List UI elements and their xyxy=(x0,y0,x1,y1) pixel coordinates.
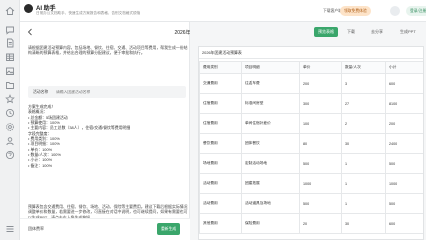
activity-name-input[interactable] xyxy=(56,87,182,97)
table-cell[interactable]: 500 xyxy=(385,193,423,214)
table-cell[interactable]: 定制活动场地 xyxy=(241,153,300,174)
tab-share[interactable]: 去分享 xyxy=(367,27,387,37)
spreadsheet: 2026年团建活动预算表 费用类别 项目明细 单价 数量/人次 小计 交通费用 … xyxy=(198,46,424,240)
table-cell[interactable]: 2400 xyxy=(385,133,423,154)
chat-footer: 团体费率 重新生成 xyxy=(20,218,190,240)
table-cell[interactable]: 500 xyxy=(299,193,342,214)
star-icon[interactable] xyxy=(5,94,15,104)
tab-generate-ppt[interactable]: 生成PPT xyxy=(396,27,420,37)
table-cell[interactable]: 80 xyxy=(299,133,342,154)
budget-table: 费用类别 项目明细 单价 数量/人次 小计 交通费用 往返车费 200 3 60… xyxy=(199,61,423,234)
table-cell[interactable]: 团建拓展 xyxy=(241,173,300,194)
table-cell[interactable]: 200 xyxy=(385,113,423,134)
table-cell[interactable]: 1 xyxy=(341,153,386,174)
table-cell[interactable]: 往返车费 xyxy=(241,73,300,94)
top-bar: AI 助手 日常办公文档助手，快速生成方案报告和表格，告别文档格式烦恼 下载客户… xyxy=(20,0,426,22)
request-text: 请根据团建活动预算内容，包括场地、餐饮、住宿、交通、活动项目等费用，帮我生成一份… xyxy=(28,45,188,56)
login-button[interactable]: 登录/注册 xyxy=(406,6,426,16)
tab-preview-table[interactable]: 预览表格 xyxy=(314,27,338,37)
column-header: 单价 xyxy=(299,61,342,74)
table-cell[interactable]: 30 xyxy=(341,133,386,154)
menu-icon[interactable] xyxy=(5,224,15,234)
clock-icon[interactable] xyxy=(5,108,15,118)
table-cell[interactable]: 住宿费用 xyxy=(199,93,242,114)
table-row: 场地费用 定制活动场地 500 1 500 xyxy=(199,153,423,174)
activity-name-label: 活动名称 xyxy=(33,90,49,94)
preview-panel: 预览表格 下载 去分享 生成PPT 2026年团建活动预算表 费用类别 项目明细… xyxy=(190,22,426,240)
table-row: 其他费用 保险费用 20 30 600 xyxy=(199,213,423,234)
table-cell[interactable]: 500 xyxy=(299,153,342,174)
table-cell[interactable]: 3 xyxy=(341,73,386,94)
image-icon[interactable] xyxy=(5,66,15,76)
back-arrow-icon[interactable] xyxy=(26,28,34,36)
help-icon[interactable] xyxy=(5,150,15,160)
table-cell[interactable]: 保险费用 xyxy=(241,213,300,234)
table-row: 住宿费用 标准间房型 300 27 8100 xyxy=(199,93,423,114)
sheet-title: 2026年团建活动预算表 xyxy=(199,47,423,59)
column-header: 项目明细 xyxy=(241,61,300,74)
result-summary: 方案生成完成！ 表格概况： • 总金额：5场团建活动 • 预算使用：100% •… xyxy=(28,104,190,168)
table-cell[interactable]: 27 xyxy=(341,93,386,114)
table-cell[interactable]: 600 xyxy=(385,73,423,94)
table-cell[interactable]: 20 xyxy=(299,213,342,234)
table-row: 活动费用 活动道具及场地 500 1 500 xyxy=(199,193,423,214)
table-cell[interactable]: 团体餐饮 xyxy=(241,133,300,154)
table-cell[interactable]: 活动费用 xyxy=(199,173,242,194)
document-icon[interactable] xyxy=(5,38,15,48)
table-cell[interactable]: 100 xyxy=(299,113,342,134)
sidebar xyxy=(0,0,20,240)
table-cell[interactable]: 1 xyxy=(341,173,386,194)
table-cell[interactable]: 住宿费用 xyxy=(199,113,242,134)
table-cell[interactable]: 其他费用 xyxy=(199,213,242,234)
table-cell[interactable]: 200 xyxy=(299,73,342,94)
regenerate-button[interactable]: 重新生成 xyxy=(157,223,181,235)
table-cell[interactable]: 活动费用 xyxy=(199,193,242,214)
table-row: 交通费用 往返车费 200 3 600 xyxy=(199,73,423,94)
footer-label: 团体费率 xyxy=(28,226,44,231)
table-header-row: 费用类别 项目明细 单价 数量/人次 小计 xyxy=(199,61,423,74)
result-line: • 备注：100% xyxy=(28,162,53,168)
table-cell[interactable]: 活动道具及场地 xyxy=(241,193,300,214)
table-cell[interactable]: 单间住宿补差价 xyxy=(241,113,300,134)
table-cell[interactable]: 2 xyxy=(341,113,386,134)
user-avatar-icon[interactable] xyxy=(390,6,400,16)
table-cell[interactable]: 场地费用 xyxy=(199,153,242,174)
table-cell[interactable]: 1000 xyxy=(299,173,342,194)
column-header: 小计 xyxy=(385,61,423,74)
activity-name-row: 活动名称 xyxy=(28,86,186,98)
table-cell[interactable]: 交通费用 xyxy=(199,73,242,94)
app-logo-icon xyxy=(24,4,33,13)
table-row: 餐饮费用 团体餐饮 80 30 2400 xyxy=(199,133,423,154)
table-cell[interactable]: 标准间房型 xyxy=(241,93,300,114)
table-row: 活动费用 团建拓展 1000 1 1000 xyxy=(199,173,423,194)
home-icon[interactable] xyxy=(5,6,15,16)
column-header: 费用类别 xyxy=(199,61,242,74)
table-cell[interactable]: 500 xyxy=(385,153,423,174)
tab-download[interactable]: 下载 xyxy=(343,27,359,37)
user-icon[interactable] xyxy=(5,136,15,146)
folder-icon[interactable] xyxy=(5,80,15,90)
column-header: 数量/人次 xyxy=(341,61,386,74)
table-icon[interactable] xyxy=(5,52,15,62)
table-row: 住宿费用 单间住宿补差价 100 2 200 xyxy=(199,113,423,134)
chat-icon[interactable] xyxy=(5,25,15,35)
table-cell[interactable]: 30 xyxy=(341,213,386,234)
table-cell[interactable]: 餐饮费用 xyxy=(199,133,242,154)
chat-panel: 请根据团建活动预算内容，包括场地、餐饮、住宿、交通、活动项目等费用，帮我生成一份… xyxy=(20,22,210,240)
table-cell[interactable]: 600 xyxy=(385,213,423,234)
table-cell[interactable]: 1000 xyxy=(385,173,423,194)
table-cell[interactable]: 300 xyxy=(299,93,342,114)
table-cell[interactable]: 8100 xyxy=(385,93,423,114)
free-trial-button[interactable]: 领取免费体验 xyxy=(340,6,371,16)
table-cell[interactable]: 1 xyxy=(341,193,386,214)
settings-icon[interactable] xyxy=(5,122,15,132)
preview-tabs: 预览表格 下载 去分享 生成PPT xyxy=(190,22,426,42)
app-subtitle: 日常办公文档助手，快速生成方案报告和表格，告别文档格式烦恼 xyxy=(36,11,141,15)
